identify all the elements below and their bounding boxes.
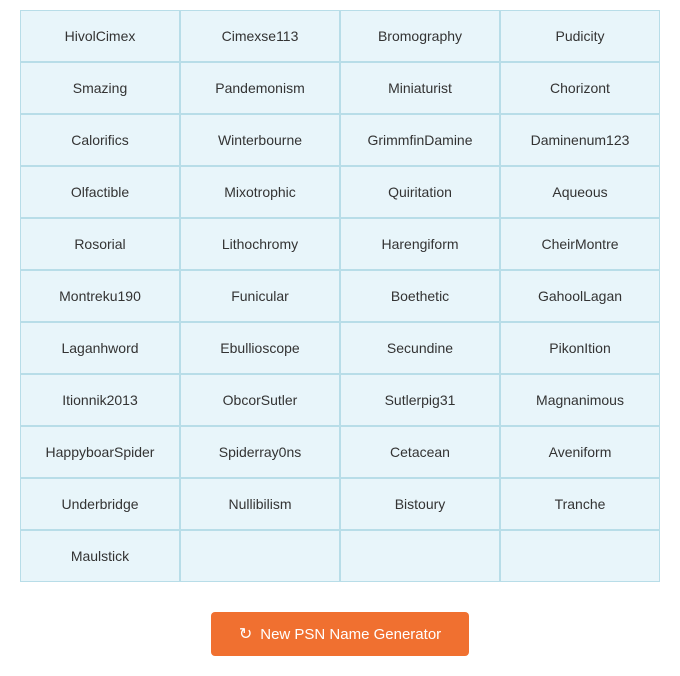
grid-cell: PikonItion bbox=[500, 322, 660, 374]
grid-cell: Ebullioscope bbox=[180, 322, 340, 374]
grid-cell: Winterbourne bbox=[180, 114, 340, 166]
grid-row: Maulstick bbox=[20, 530, 660, 582]
grid-cell: Nullibilism bbox=[180, 478, 340, 530]
grid-cell: Cetacean bbox=[340, 426, 500, 478]
grid-cell: Sutlerpig31 bbox=[340, 374, 500, 426]
grid-cell: Cimexse113 bbox=[180, 10, 340, 62]
grid-cell: Bistoury bbox=[340, 478, 500, 530]
grid-cell: Bromography bbox=[340, 10, 500, 62]
grid-cell: Funicular bbox=[180, 270, 340, 322]
refresh-icon: ↻ bbox=[239, 624, 252, 644]
grid-row: LaganhwordEbullioscopeSecundinePikonItio… bbox=[20, 322, 660, 374]
grid-cell: HivolCimex bbox=[20, 10, 180, 62]
grid-cell: Spiderray0ns bbox=[180, 426, 340, 478]
grid-cell: Rosorial bbox=[20, 218, 180, 270]
grid-cell: HappyboarSpider bbox=[20, 426, 180, 478]
grid-cell: Aveniform bbox=[500, 426, 660, 478]
grid-row: CalorificsWinterbourneGrimmfinDamineDami… bbox=[20, 114, 660, 166]
grid-cell: Lithochromy bbox=[180, 218, 340, 270]
grid-row: Itionnik2013ObcorSutlerSutlerpig31Magnan… bbox=[20, 374, 660, 426]
grid-cell: Magnanimous bbox=[500, 374, 660, 426]
grid-row: Montreku190FunicularBoetheticGahoolLagan bbox=[20, 270, 660, 322]
grid-cell: Quiritation bbox=[340, 166, 500, 218]
grid-cell: Mixotrophic bbox=[180, 166, 340, 218]
grid-cell: Secundine bbox=[340, 322, 500, 374]
grid-row: SmazingPandemonismMiniaturistChorizont bbox=[20, 62, 660, 114]
grid-cell: Calorifics bbox=[20, 114, 180, 166]
grid-row: HappyboarSpiderSpiderray0nsCetaceanAveni… bbox=[20, 426, 660, 478]
grid-cell: Miniaturist bbox=[340, 62, 500, 114]
names-grid: HivolCimexCimexse113BromographyPudicityS… bbox=[20, 10, 660, 582]
grid-cell: Boethetic bbox=[340, 270, 500, 322]
grid-cell: Pudicity bbox=[500, 10, 660, 62]
grid-row: RosorialLithochromyHarengiformCheirMontr… bbox=[20, 218, 660, 270]
grid-cell: Chorizont bbox=[500, 62, 660, 114]
grid-row: UnderbridgeNullibilismBistouryTranche bbox=[20, 478, 660, 530]
grid-cell: GahoolLagan bbox=[500, 270, 660, 322]
grid-cell: Montreku190 bbox=[20, 270, 180, 322]
grid-cell bbox=[180, 530, 340, 582]
grid-cell: Daminenum123 bbox=[500, 114, 660, 166]
generate-button[interactable]: ↻ New PSN Name Generator bbox=[211, 612, 469, 656]
grid-cell: Smazing bbox=[20, 62, 180, 114]
button-container: ↻ New PSN Name Generator bbox=[211, 612, 469, 656]
grid-cell: Itionnik2013 bbox=[20, 374, 180, 426]
grid-cell bbox=[500, 530, 660, 582]
grid-cell: GrimmfinDamine bbox=[340, 114, 500, 166]
grid-cell: Laganhword bbox=[20, 322, 180, 374]
generate-button-label: New PSN Name Generator bbox=[260, 626, 441, 643]
grid-cell: Aqueous bbox=[500, 166, 660, 218]
grid-cell bbox=[340, 530, 500, 582]
grid-cell: Maulstick bbox=[20, 530, 180, 582]
grid-cell: CheirMontre bbox=[500, 218, 660, 270]
grid-cell: Olfactible bbox=[20, 166, 180, 218]
grid-cell: Underbridge bbox=[20, 478, 180, 530]
grid-row: HivolCimexCimexse113BromographyPudicity bbox=[20, 10, 660, 62]
grid-cell: Tranche bbox=[500, 478, 660, 530]
grid-cell: Pandemonism bbox=[180, 62, 340, 114]
grid-cell: ObcorSutler bbox=[180, 374, 340, 426]
grid-cell: Harengiform bbox=[340, 218, 500, 270]
grid-row: OlfactibleMixotrophicQuiritationAqueous bbox=[20, 166, 660, 218]
